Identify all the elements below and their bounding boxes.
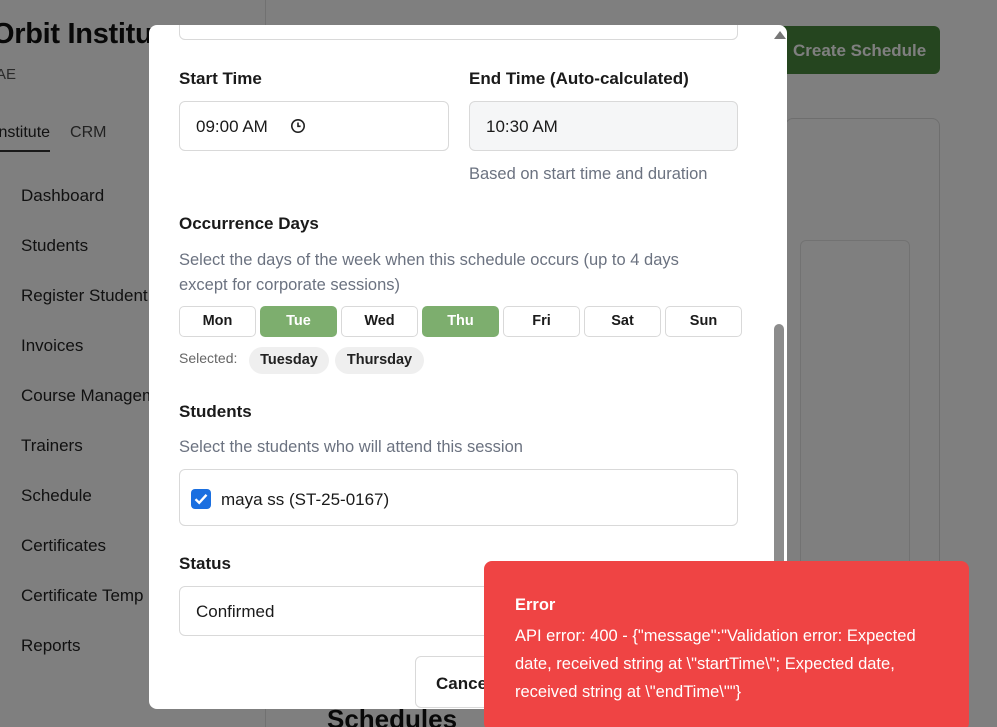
students-label: Students <box>179 402 252 421</box>
day-button-mon[interactable]: Mon <box>179 306 256 337</box>
day-button-fri[interactable]: Fri <box>503 306 580 337</box>
students-help: Select the students who will attend this… <box>179 438 523 456</box>
day-selector: Mon Tue Wed Thu Fri Sat Sun <box>179 306 742 337</box>
student-name[interactable]: maya ss (ST-25-0167) <box>221 490 389 510</box>
day-button-thu[interactable]: Thu <box>422 306 499 337</box>
start-time-input[interactable]: 09:00 AM <box>179 101 449 151</box>
end-time-input: 10:30 AM <box>469 101 738 151</box>
end-time-help: Based on start time and duration <box>469 165 708 183</box>
occurrence-days-label: Occurrence Days <box>179 214 319 233</box>
end-time-label: End Time (Auto-calculated) <box>469 69 689 88</box>
occurrence-days-help: Select the days of the week when this sc… <box>179 251 679 294</box>
selected-day-chip: Tuesday <box>249 347 329 374</box>
selected-day-chip: Thursday <box>335 347 424 374</box>
checkmark-icon <box>194 493 208 505</box>
day-button-sun[interactable]: Sun <box>665 306 742 337</box>
error-toast[interactable]: Error API error: 400 - {"message":"Valid… <box>484 561 969 727</box>
status-label: Status <box>179 554 231 573</box>
start-time-value: 09:00 AM <box>196 117 268 136</box>
toast-title: Error <box>515 596 556 614</box>
start-time-label: Start Time <box>179 69 262 88</box>
clock-icon[interactable] <box>290 118 306 134</box>
students-list: maya ss (ST-25-0167) <box>179 469 738 526</box>
end-time-value: 10:30 AM <box>486 117 558 136</box>
day-button-wed[interactable]: Wed <box>341 306 418 337</box>
selected-days-label: Selected: <box>179 350 238 366</box>
day-button-sat[interactable]: Sat <box>584 306 661 337</box>
date-field[interactable] <box>179 25 738 40</box>
status-value: Confirmed <box>196 602 275 621</box>
toast-message: API error: 400 - {"message":"Validation … <box>515 627 916 701</box>
day-button-tue[interactable]: Tue <box>260 306 337 337</box>
student-checkbox[interactable] <box>191 489 211 509</box>
scroll-up-arrow-icon[interactable] <box>774 31 786 39</box>
